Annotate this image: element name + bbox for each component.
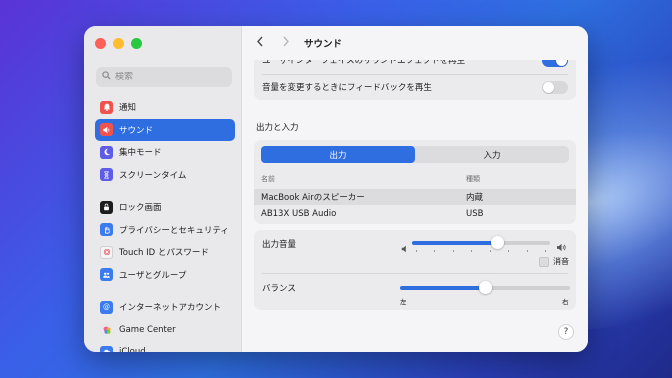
sidebar-item-label: Game Center: [119, 324, 176, 335]
sidebar-item-notifications[interactable]: 通知: [95, 96, 235, 118]
output-input-tabs: 出力 入力: [261, 146, 569, 163]
window-title: サウンド: [304, 39, 343, 50]
balance-right-label: 右: [562, 298, 569, 306]
output-input-card: 出力 入力 名前 種類 MacBook Airのスピーカー 内蔵 AB13X U…: [254, 140, 576, 224]
mute-control[interactable]: 消音: [539, 256, 569, 267]
lock-screen-icon: [100, 200, 113, 214]
mute-label: 消音: [553, 257, 569, 266]
window-controls: [95, 38, 142, 49]
device-name: MacBook Airのスピーカー: [261, 193, 365, 203]
sidebar-item-label: 通知: [119, 103, 137, 113]
balance-slider[interactable]: [400, 281, 570, 294]
balance-left-label: 左: [400, 298, 407, 306]
volume-card: 出力音量 消音 バランス 左 右: [254, 230, 576, 310]
forward-button[interactable]: [280, 35, 292, 51]
table-row[interactable]: MacBook Airのスピーカー 内蔵: [254, 189, 576, 205]
sidebar-item-screen-time[interactable]: スクリーンタイム: [95, 164, 235, 186]
volume-slider-fill: [412, 241, 498, 245]
sidebar: 通知 サウンド 集中モード スクリーンタイム: [84, 26, 242, 352]
main-pane: サウンド ユーザインターフェイスのサウンドエフェクトを再生 音量を変更するときに…: [242, 26, 588, 352]
mute-checkbox[interactable]: [539, 256, 549, 267]
sidebar-item-sound[interactable]: サウンド: [95, 118, 235, 141]
sidebar-item-label: 集中モード: [119, 148, 162, 158]
device-type: 内蔵: [466, 193, 484, 203]
chevron-right-icon: [283, 36, 289, 47]
sidebar-item-label: iCloud: [119, 347, 146, 352]
device-name: AB13X USB Audio: [261, 209, 337, 219]
close-button[interactable]: [95, 38, 106, 49]
table-row[interactable]: AB13X USB Audio USB: [254, 206, 576, 222]
sidebar-item-icloud[interactable]: iCloud: [95, 341, 235, 352]
toolbar: サウンド: [242, 26, 588, 60]
sidebar-item-label: プライバシーとセキュリティ: [119, 225, 229, 236]
tab-input[interactable]: 入力: [415, 146, 569, 163]
minimize-button[interactable]: [113, 38, 124, 49]
column-name: 名前: [261, 175, 275, 183]
balance-label: バランス: [262, 284, 296, 294]
volume-feedback-label: 音量を変更するときにフィードバックを再生: [262, 83, 432, 93]
sidebar-item-touch-id[interactable]: Touch ID とパスワード: [95, 241, 235, 263]
back-button[interactable]: [254, 35, 266, 51]
device-type: USB: [466, 209, 484, 219]
sidebar-item-label: ユーザとグループ: [119, 270, 187, 281]
sidebar-item-users-groups[interactable]: ユーザとグループ: [95, 264, 235, 286]
balance-slider-fill: [400, 286, 485, 290]
sidebar-item-focus[interactable]: 集中モード: [95, 141, 235, 163]
balance-slider-thumb[interactable]: [478, 281, 492, 294]
output-volume-slider[interactable]: [412, 236, 550, 249]
speaker-icon: [100, 123, 113, 136]
output-input-heading: 出力と入力: [256, 123, 299, 133]
help-button[interactable]: ?: [558, 324, 574, 340]
users-icon: [100, 268, 113, 281]
hand-icon: [100, 223, 113, 236]
sidebar-item-label: ロック画面: [119, 203, 162, 213]
sidebar-item-privacy-security[interactable]: プライバシーとセキュリティ: [95, 219, 235, 241]
volume-slider-thumb[interactable]: [491, 236, 505, 249]
sidebar-item-label: インターネットアカウント: [119, 303, 222, 313]
sidebar-item-label: サウンド: [119, 125, 154, 136]
search-icon: [102, 71, 111, 83]
fingerprint-icon: [100, 245, 113, 259]
sidebar-nav: 通知 サウンド 集中モード スクリーンタイム ロック画面 プライバシーとセキュリ…: [95, 96, 235, 352]
volume-feedback-toggle[interactable]: [542, 80, 568, 94]
volume-high-icon: [556, 237, 567, 256]
divider: [262, 74, 568, 75]
output-volume-label: 出力音量: [262, 240, 297, 250]
moon-icon: [100, 145, 113, 159]
volume-feedback-row: 音量を変更するときにフィードバックを再生: [262, 80, 568, 94]
sidebar-item-internet-accounts[interactable]: @ インターネットアカウント: [95, 296, 235, 318]
sidebar-item-label: スクリーンタイム: [119, 170, 187, 181]
volume-low-icon: [401, 238, 409, 257]
search-field[interactable]: [96, 67, 232, 87]
column-type: 種類: [466, 175, 480, 183]
sidebar-item-lock-screen[interactable]: ロック画面: [95, 196, 235, 218]
sidebar-item-game-center[interactable]: Game Center: [95, 319, 235, 341]
settings-window: 通知 サウンド 集中モード スクリーンタイム: [84, 26, 588, 352]
zoom-button[interactable]: [131, 38, 142, 49]
chevron-left-icon: [257, 36, 263, 47]
tab-output[interactable]: 出力: [261, 146, 415, 163]
search-input[interactable]: [115, 72, 225, 82]
hourglass-icon: [100, 168, 113, 181]
game-center-icon: [100, 323, 113, 336]
at-icon: @: [100, 300, 113, 314]
cloud-icon: [100, 345, 113, 352]
bell-icon: [100, 100, 113, 114]
sidebar-item-label: Touch ID とパスワード: [119, 248, 209, 258]
divider: [262, 273, 568, 274]
volume-ticks: [416, 250, 546, 252]
